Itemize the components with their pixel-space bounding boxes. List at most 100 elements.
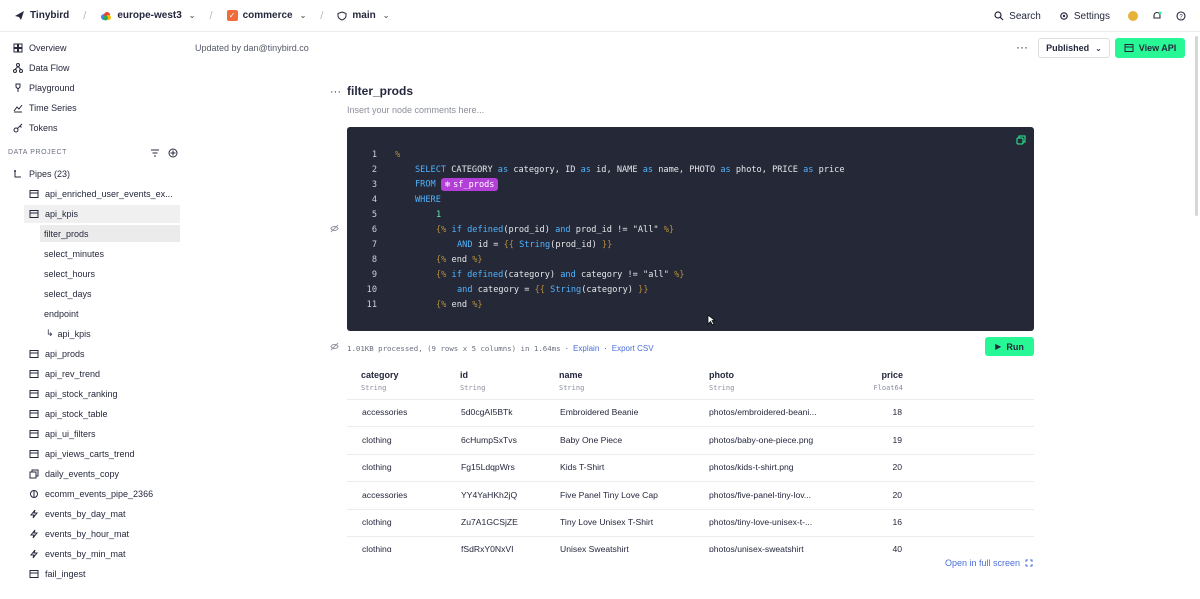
node-label: api_kpis [57, 328, 91, 339]
explain-link[interactable]: Explain [573, 344, 599, 353]
settings-button[interactable]: Settings [1059, 11, 1110, 22]
export-csv-link[interactable]: Export CSV [612, 344, 654, 353]
nav-label: Time Series [29, 103, 77, 113]
cell: photos/embroidered-beani... [709, 407, 817, 417]
pipe-item[interactable]: api_stock_table [29, 405, 108, 423]
nav-overview[interactable]: Overview [13, 41, 67, 55]
pipe-item[interactable]: api_enriched_user_events_ex... [29, 185, 173, 203]
node-item[interactable]: endpoint [40, 305, 180, 322]
node-item[interactable]: ↳ api_kpis [40, 325, 180, 342]
code-line: 9 {% if defined(category) and category !=… [347, 267, 685, 282]
pipe-label: events_by_min_mat [45, 549, 126, 559]
help-button[interactable]: ? [1176, 11, 1186, 21]
cell: YY4YaHKh2jQ [461, 490, 518, 500]
endpoint-icon [29, 570, 39, 578]
pipes-icon [14, 170, 21, 178]
more-options-icon[interactable]: ··· [1016, 40, 1028, 54]
column-type: String [460, 384, 486, 392]
pipe-item[interactable]: api_views_carts_trend [29, 445, 135, 463]
column-header[interactable]: category [361, 370, 399, 380]
column-header[interactable]: price [863, 370, 903, 380]
brand[interactable]: Tinybird [14, 10, 69, 21]
sidebar: Overview Data Flow Playground Time Serie… [0, 33, 190, 599]
line-number: 11 [366, 299, 377, 310]
query-stats: 1.01KB processed, (9 rows x 5 columns) i… [347, 344, 654, 353]
add-icon[interactable] [168, 148, 178, 158]
cell: photos/kids-t-shirt.png [709, 462, 794, 472]
playground-icon [15, 83, 21, 92]
node-options-icon[interactable]: ··· [330, 86, 341, 98]
hide-eye-icon[interactable] [330, 224, 339, 233]
avatar[interactable] [1128, 11, 1138, 21]
nav-label: Tokens [29, 123, 58, 133]
cell: photos/tiny-love-unisex-t-... [709, 517, 813, 527]
scrollbar[interactable] [1195, 36, 1198, 216]
column-header[interactable]: name [559, 370, 583, 380]
nav-playground[interactable]: Playground [13, 81, 75, 95]
pipe-item[interactable]: events_by_hour_mat [29, 525, 129, 543]
sql-editor[interactable]: 1% 2 SELECT CATEGORY as category, ID as i… [347, 127, 1034, 331]
nav-tokens[interactable]: Tokens [13, 121, 58, 135]
cell: 16 [892, 517, 902, 527]
pipe-item[interactable]: api_prods [29, 345, 85, 363]
open-full-screen-link[interactable]: Open in full screen [945, 558, 1033, 568]
node-title[interactable]: filter_prods [347, 84, 413, 98]
row-divider [347, 399, 1034, 400]
api-icon [1124, 44, 1134, 52]
pipe-item[interactable]: api_rev_trend [29, 365, 100, 383]
publish-state-dropdown[interactable]: Published ⌄ [1038, 38, 1110, 58]
pipe-item[interactable]: events_by_min_mat [29, 545, 126, 563]
workspace-selector[interactable]: ✓ commerce ⌄ [226, 10, 306, 21]
copy-icon[interactable] [1016, 135, 1026, 145]
search-button[interactable]: Search [994, 11, 1041, 22]
pipe-item[interactable]: fail_ingest [29, 565, 86, 583]
column-type: Float64 [873, 384, 903, 392]
node-label: select_minutes [44, 248, 105, 259]
nav-time-series[interactable]: Time Series [13, 101, 77, 115]
node-reference-chip[interactable]: ❄ sf_prods [440, 178, 499, 191]
node-item-active[interactable]: filter_prods [40, 225, 180, 242]
pipe-item-selected[interactable]: api_kpis [24, 205, 180, 223]
pipe-label: ecomm_events_pipe_2366 [45, 489, 154, 499]
pipe-item[interactable]: api_ui_filters [29, 425, 96, 443]
node-item[interactable]: select_hours [40, 265, 180, 282]
materialized-icon [29, 529, 39, 539]
line-number: 5 [371, 209, 377, 220]
column-header[interactable]: photo [709, 370, 734, 380]
notifications-button[interactable] [1152, 11, 1162, 21]
code-line: 11 {% end %} [347, 297, 483, 312]
filter-icon[interactable] [150, 148, 160, 158]
nav-data-flow[interactable]: Data Flow [13, 61, 70, 75]
row-divider [347, 481, 1034, 482]
pipe-item[interactable]: events_by_day_mat [29, 505, 126, 523]
hide-eye-icon[interactable] [330, 342, 339, 351]
view-api-button[interactable]: View API [1115, 38, 1185, 58]
region-selector[interactable]: europe-west3 ⌄ [100, 10, 196, 21]
pipe-item[interactable]: ecomm_events_pipe_2366 [29, 485, 153, 503]
cell: Tiny Love Unisex T-Shirt [560, 517, 654, 527]
row-divider [347, 509, 1034, 510]
dot-separator: · [603, 344, 608, 353]
materialized-icon [29, 509, 39, 519]
node-item[interactable]: select_days [40, 285, 180, 302]
search-label: Search [1009, 10, 1041, 22]
cell: Embroidered Beanie [560, 407, 639, 417]
cell: Fg15LdqpWrs [461, 462, 515, 472]
full-screen-label: Open in full screen [945, 558, 1021, 568]
line-number: 6 [371, 224, 377, 235]
workspace-icon: ✓ [226, 10, 238, 21]
pipe-item[interactable]: daily_events_copy [29, 465, 119, 483]
line-number: 8 [371, 254, 377, 265]
column-header[interactable]: id [460, 370, 468, 380]
pipe-item[interactable]: api_stock_ranking [29, 385, 118, 403]
run-button[interactable]: ▶ Run [985, 337, 1034, 356]
pipes-group[interactable]: Pipes (23) [13, 165, 70, 183]
node-comment-input[interactable]: Insert your node comments here... [347, 105, 484, 115]
cell: photos/unisex-sweatshirt [709, 544, 804, 552]
endpoint-icon [29, 410, 39, 418]
branch-selector[interactable]: main ⌄ [337, 10, 389, 21]
node-item[interactable]: select_minutes [40, 245, 180, 262]
row-divider [347, 536, 1034, 537]
chevron-down-icon: ⌄ [1095, 43, 1102, 53]
code-line: 1% [347, 147, 400, 162]
